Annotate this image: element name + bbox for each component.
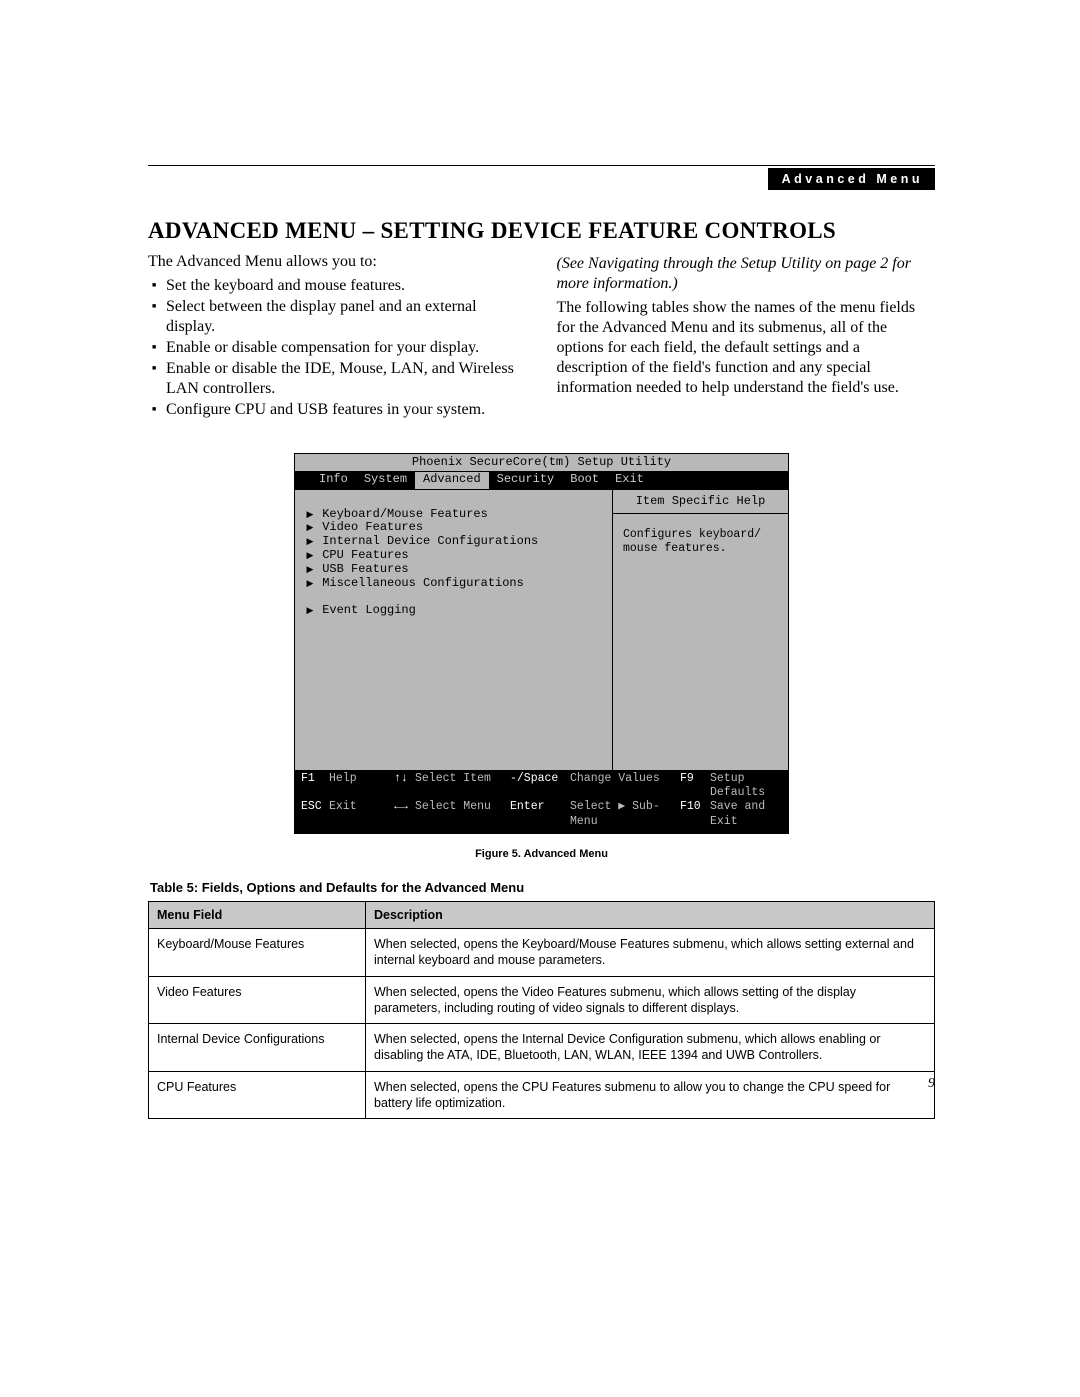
cell-field: CPU Features <box>149 1071 366 1119</box>
cell-field: Internal Device Configurations <box>149 1024 366 1072</box>
bios-menu-panel: ▶ Keyboard/Mouse Features ▶ Video Featur… <box>295 490 613 770</box>
bios-help-title: Item Specific Help <box>613 490 788 515</box>
key-f9: F9 <box>680 772 710 801</box>
submenu-arrow-icon: ▶ <box>305 550 315 560</box>
cell-field: Keyboard/Mouse Features <box>149 929 366 977</box>
bios-tab-exit[interactable]: Exit <box>607 472 652 489</box>
right-column: (See Navigating through the Setup Utilit… <box>557 250 936 421</box>
cell-desc: When selected, opens the Keyboard/Mouse … <box>366 929 935 977</box>
key-label: Select Item <box>415 772 510 801</box>
key-label: Exit <box>329 800 387 829</box>
bios-tab-advanced[interactable]: Advanced <box>415 472 489 489</box>
section-tab: Advanced Menu <box>768 168 935 190</box>
submenu-arrow-icon: ▶ <box>305 564 315 574</box>
bios-tab-security[interactable]: Security <box>489 472 563 489</box>
two-column-text: The Advanced Menu allows you to: Set the… <box>148 250 935 421</box>
bios-menu-item[interactable]: ▶ Miscellaneous Configurations <box>305 577 604 591</box>
bullet-item: Enable or disable compensation for your … <box>152 338 527 358</box>
bullet-item: Select between the display panel and an … <box>152 297 527 337</box>
bios-tab-system[interactable]: System <box>356 472 415 489</box>
submenu-arrow-icon: ▶ <box>305 578 315 588</box>
bios-help-text: Configures keyboard/ mouse features. <box>613 514 788 560</box>
bios-menu-item[interactable]: ▶ USB Features <box>305 563 604 577</box>
key-f10: F10 <box>680 800 710 829</box>
bullet-item: Configure CPU and USB features in your s… <box>152 400 527 420</box>
cell-desc: When selected, opens the Internal Device… <box>366 1024 935 1072</box>
bios-footer: F1 Help ↑↓ Select Item -/Space Change Va… <box>295 770 788 834</box>
key-arrows-lr: ←→ <box>387 800 415 829</box>
bios-screenshot: Phoenix SecureCore(tm) Setup Utility Inf… <box>294 453 789 834</box>
top-rule: Advanced Menu <box>148 165 935 166</box>
bullet-item: Enable or disable the IDE, Mouse, LAN, a… <box>152 359 527 399</box>
bios-menu-item[interactable]: ▶ Internal Device Configurations <box>305 535 604 549</box>
submenu-arrow-icon: ▶ <box>305 509 315 519</box>
bios-window: Phoenix SecureCore(tm) Setup Utility Inf… <box>294 453 789 834</box>
table-caption: Table 5: Fields, Options and Defaults fo… <box>150 880 935 895</box>
key-label: Help <box>329 772 387 801</box>
key-label: Select ▶ Sub-Menu <box>570 800 680 829</box>
submenu-arrow-icon: ▶ <box>305 605 315 615</box>
cell-desc: When selected, opens the Video Features … <box>366 976 935 1024</box>
page-title: ADVANCED MENU – SETTING DEVICE FEATURE C… <box>148 218 935 244</box>
page-number: 9 <box>928 1076 935 1092</box>
key-esc: ESC <box>301 800 329 829</box>
submenu-arrow-icon: ▶ <box>305 536 315 546</box>
description-para: The following tables show the names of t… <box>557 298 936 398</box>
key-f1: F1 <box>301 772 329 801</box>
cell-desc: When selected, opens the CPU Features su… <box>366 1071 935 1119</box>
bios-tab-info[interactable]: Info <box>295 472 356 489</box>
cell-field: Video Features <box>149 976 366 1024</box>
bios-body: ▶ Keyboard/Mouse Features ▶ Video Featur… <box>295 490 788 770</box>
bios-help-panel: Item Specific Help Configures keyboard/ … <box>613 490 788 770</box>
bios-tab-boot[interactable]: Boot <box>562 472 607 489</box>
key-label: Setup Defaults <box>710 772 782 801</box>
bios-menu-item[interactable]: ▶ CPU Features <box>305 549 604 563</box>
bullet-item: Set the keyboard and mouse features. <box>152 276 527 296</box>
table-row: CPU Features When selected, opens the CP… <box>149 1071 935 1119</box>
bios-menu-item[interactable]: ▶ Event Logging <box>305 604 604 618</box>
table-head-field: Menu Field <box>149 902 366 929</box>
key-arrows-ud: ↑↓ <box>387 772 415 801</box>
content: ADVANCED MENU – SETTING DEVICE FEATURE C… <box>148 218 935 1119</box>
bios-title: Phoenix SecureCore(tm) Setup Utility <box>295 454 788 472</box>
key-label: Change Values <box>570 772 680 801</box>
key-enter: Enter <box>510 800 570 829</box>
bios-menu-item[interactable]: ▶ Keyboard/Mouse Features <box>305 508 604 522</box>
figure-caption: Figure 5. Advanced Menu <box>148 848 935 860</box>
key-label: Select Menu <box>415 800 510 829</box>
intro-text: The Advanced Menu allows you to: <box>148 252 527 272</box>
table-row: Internal Device Configurations When sele… <box>149 1024 935 1072</box>
submenu-arrow-icon: ▶ <box>305 522 315 532</box>
bios-tab-bar: Info System Advanced Security Boot Exit <box>295 472 788 490</box>
left-column: The Advanced Menu allows you to: Set the… <box>148 250 527 421</box>
key-space: -/Space <box>510 772 570 801</box>
bios-menu-item[interactable]: ▶ Video Features <box>305 521 604 535</box>
table-row: Keyboard/Mouse Features When selected, o… <box>149 929 935 977</box>
see-note: (See Navigating through the Setup Utilit… <box>557 254 936 294</box>
table-row: Video Features When selected, opens the … <box>149 976 935 1024</box>
key-label: Save and Exit <box>710 800 782 829</box>
table-head-desc: Description <box>366 902 935 929</box>
page: Advanced Menu ADVANCED MENU – SETTING DE… <box>0 0 1080 1397</box>
fields-table: Menu Field Description Keyboard/Mouse Fe… <box>148 901 935 1119</box>
feature-bullets: Set the keyboard and mouse features. Sel… <box>148 276 527 420</box>
